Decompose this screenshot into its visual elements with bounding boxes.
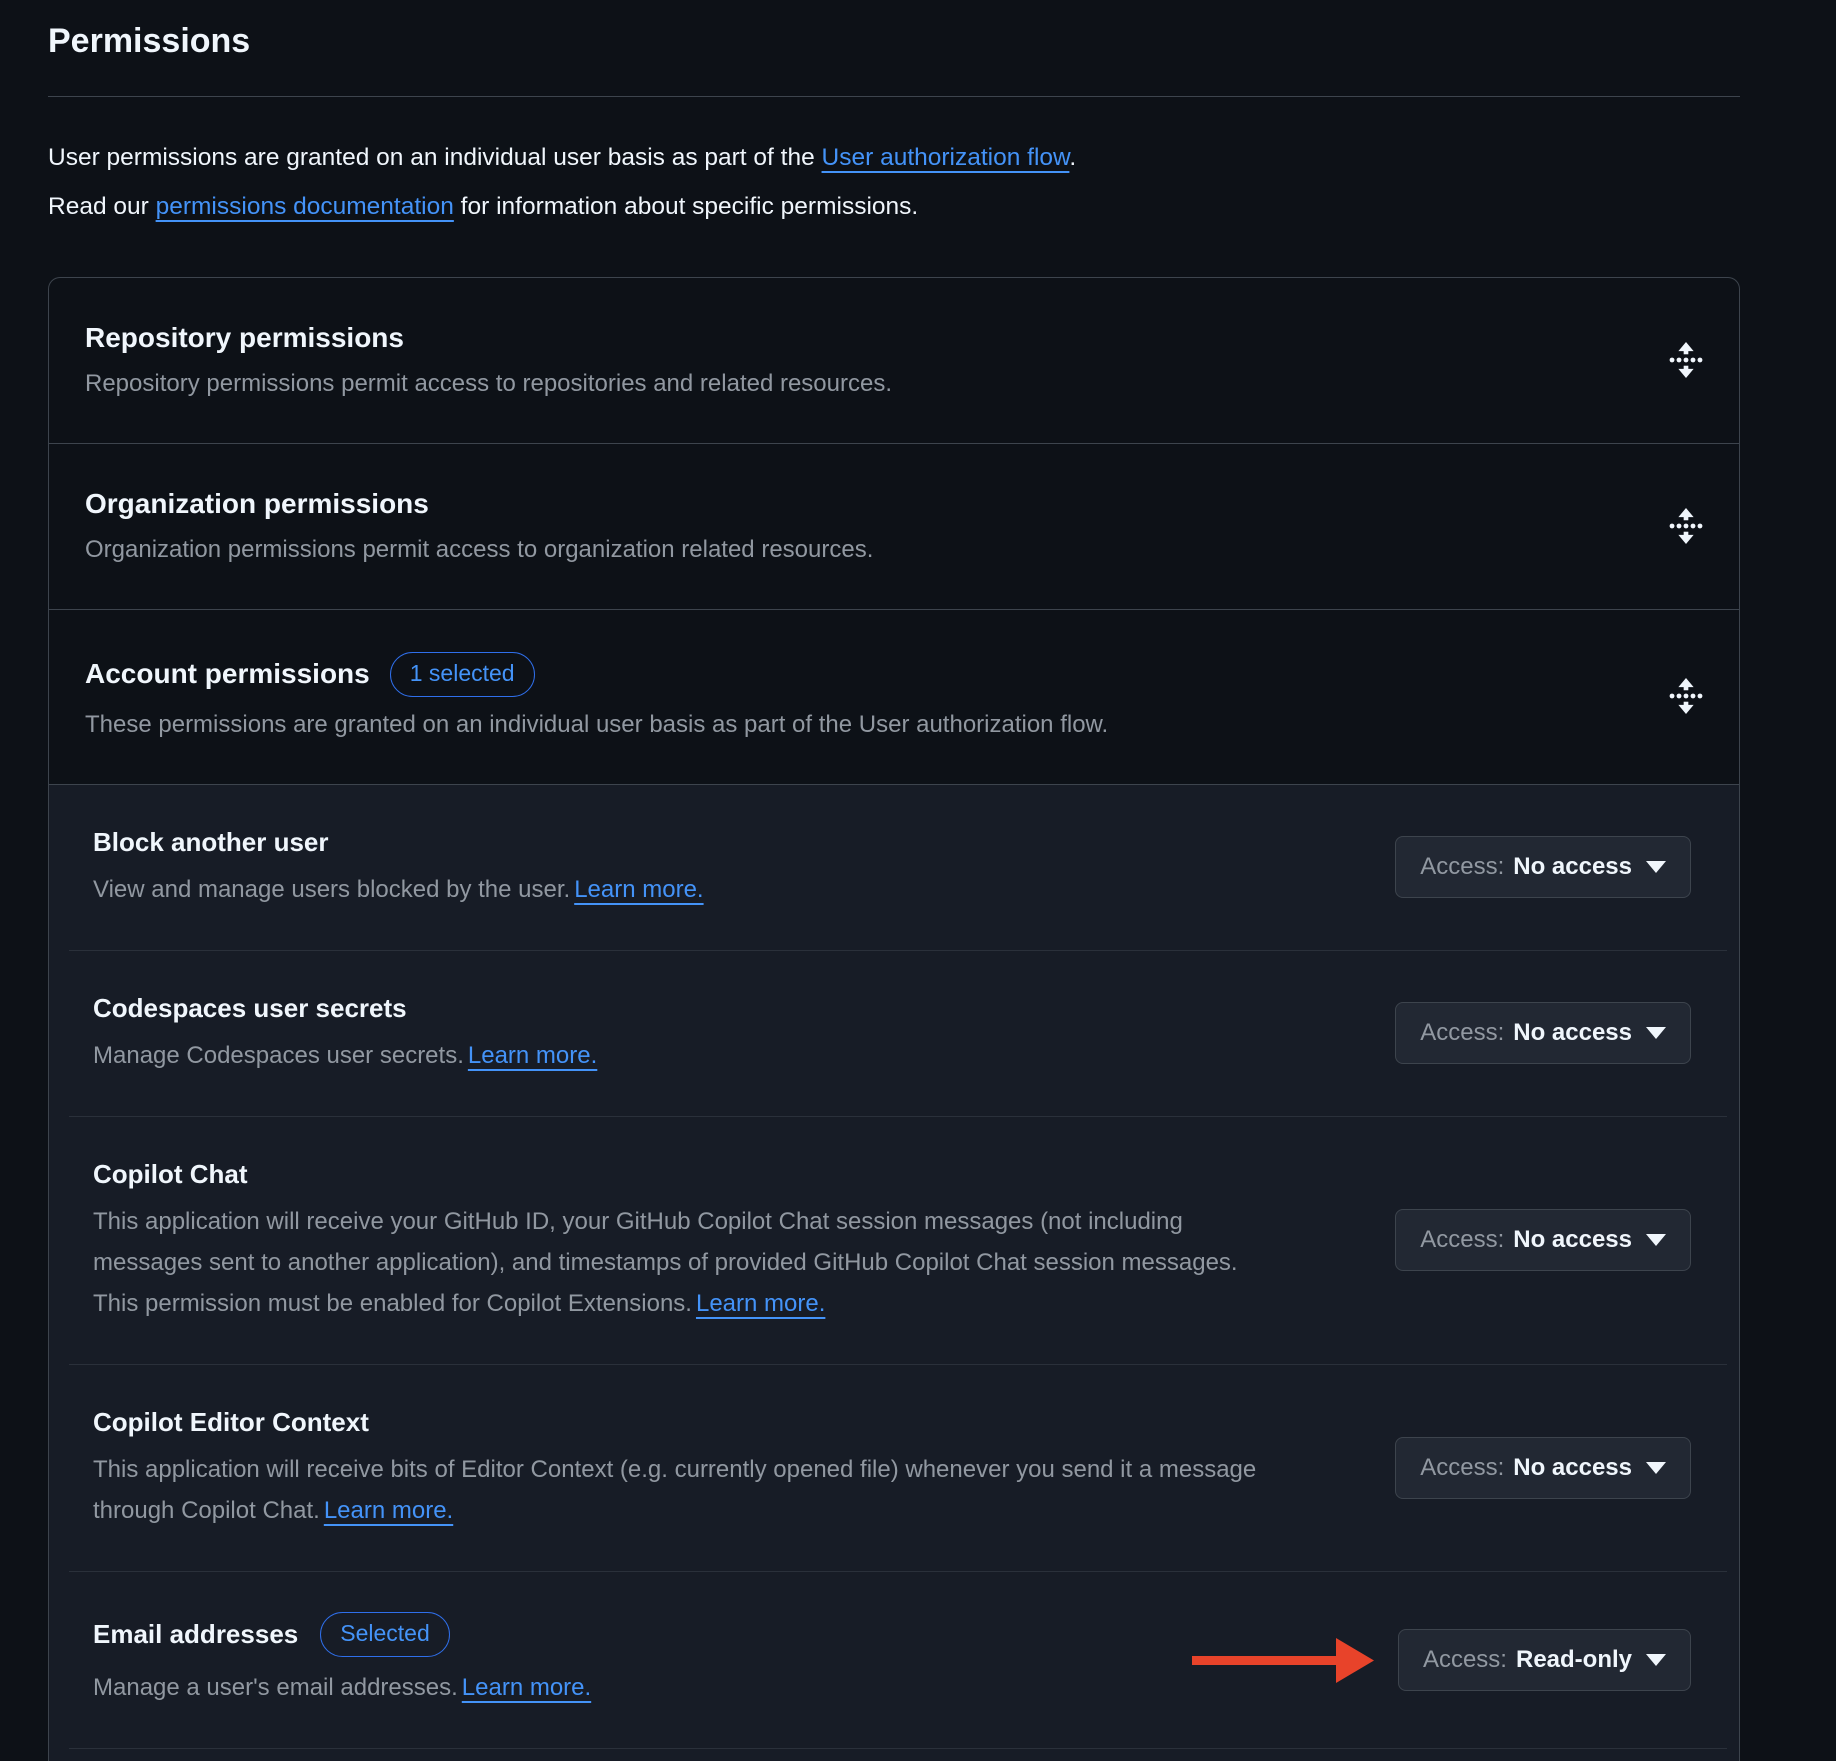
learn-more-link[interactable]: Learn more. [324,1497,453,1524]
permission-description: Manage a user's email addresses.Learn mo… [93,1667,591,1708]
permission-description-text: Manage Codespaces user secrets. [93,1042,464,1069]
permission-row-email-addresses: Email addresses Selected Manage a user's… [49,1572,1739,1748]
permission-title-line: Email addresses Selected [93,1612,591,1657]
section-title: Account permissions [85,656,370,692]
access-value: No access [1513,1226,1632,1254]
access-label: Access: [1420,1019,1504,1047]
selected-count-badge: 1 selected [390,652,535,697]
permissions-page: Permissions User permissions are granted… [48,0,1740,1761]
permission-description-text: This application will receive your GitHu… [93,1208,1238,1317]
section-title: Organization permissions [85,486,873,522]
permission-title: Block another user [93,825,704,859]
section-account-permissions: Account permissions 1 selected These per… [49,609,1739,784]
section-text: Account permissions 1 selected These per… [85,652,1108,740]
section-description: Organization permissions permit access t… [85,534,873,565]
section-description: Repository permissions permit access to … [85,368,892,399]
chevron-down-icon [1646,1027,1666,1039]
permission-row-block-another-user: Block another user View and manage users… [49,785,1739,950]
access-label: Access: [1423,1646,1507,1674]
red-arrow-annotation [1192,1636,1374,1684]
permission-text: Copilot Chat This application will recei… [93,1157,1283,1324]
section-description: These permissions are granted on an indi… [85,709,1108,740]
permission-text: Block another user View and manage users… [93,825,704,910]
permission-description-text: Manage a user's email addresses. [93,1674,458,1701]
page-title: Permissions [48,0,1740,97]
chevron-down-icon [1646,1462,1666,1474]
section-repository-permissions: Repository permissions Repository permis… [49,278,1739,443]
learn-more-link[interactable]: Learn more. [468,1042,597,1069]
row-divider [69,1748,1727,1749]
permission-text: Codespaces user secrets Manage Codespace… [93,991,597,1076]
permission-description: Manage Codespaces user secrets.Learn mor… [93,1035,597,1076]
selected-badge: Selected [320,1612,450,1657]
access-value: No access [1513,1019,1632,1047]
intro-line2-text: Read our [48,193,156,220]
permission-text: Copilot Editor Context This application … [93,1405,1283,1531]
permission-title: Codespaces user secrets [93,991,597,1025]
learn-more-link[interactable]: Learn more. [696,1290,825,1317]
permission-description-text: This application will receive bits of Ed… [93,1456,1256,1524]
permission-description-text: View and manage users blocked by the use… [93,876,570,903]
permission-description: View and manage users blocked by the use… [93,869,704,910]
access-value: No access [1513,1454,1632,1482]
chevron-down-icon [1646,1654,1666,1666]
intro-line1-text: User permissions are granted on an indiv… [48,144,822,171]
drag-handle-icon[interactable] [1669,508,1703,544]
section-title: Repository permissions [85,320,892,356]
permission-title: Email addresses [93,1617,298,1651]
permission-description: This application will receive bits of Ed… [93,1449,1283,1531]
user-authorization-flow-link[interactable]: User authorization flow [822,144,1070,171]
permissions-documentation-link[interactable]: permissions documentation [156,193,454,220]
section-organization-permissions: Organization permissions Organization pe… [49,443,1739,609]
section-text: Repository permissions Repository permis… [85,320,892,399]
access-dropdown-copilot-editor-context[interactable]: Access: No access [1395,1437,1691,1499]
chevron-down-icon [1646,861,1666,873]
access-value: No access [1513,853,1632,881]
learn-more-link[interactable]: Learn more. [574,876,703,903]
access-dropdown-codespaces-user-secrets[interactable]: Access: No access [1395,1002,1691,1064]
permission-title: Copilot Chat [93,1157,1283,1191]
intro-text: User permissions are granted on an indiv… [48,133,1740,231]
access-dropdown-email-addresses[interactable]: Access: Read-only [1398,1629,1691,1691]
access-dropdown-block-another-user[interactable]: Access: No access [1395,836,1691,898]
intro-line-2: Read our permissions documentation for i… [48,182,1740,231]
intro-line2-tail: for information about specific permissio… [454,193,918,220]
drag-handle-icon[interactable] [1669,342,1703,378]
access-dropdown-copilot-chat[interactable]: Access: No access [1395,1209,1691,1271]
permission-title: Copilot Editor Context [93,1405,1283,1439]
learn-more-link[interactable]: Learn more. [462,1674,591,1701]
access-label: Access: [1420,1454,1504,1482]
account-permission-rows: Block another user View and manage users… [49,784,1739,1761]
intro-line1-period: . [1069,144,1076,171]
chevron-down-icon [1646,1234,1666,1246]
access-label: Access: [1420,1226,1504,1254]
permission-text: Email addresses Selected Manage a user's… [93,1612,591,1708]
permission-description: This application will receive your GitHu… [93,1201,1283,1324]
access-label: Access: [1420,853,1504,881]
access-value: Read-only [1516,1646,1632,1674]
intro-line-1: User permissions are granted on an indiv… [48,133,1740,182]
permission-row-copilot-editor-context: Copilot Editor Context This application … [49,1365,1739,1571]
section-text: Organization permissions Organization pe… [85,486,873,565]
permissions-box: Repository permissions Repository permis… [48,277,1740,1761]
drag-handle-icon[interactable] [1669,678,1703,714]
permission-row-codespaces-user-secrets: Codespaces user secrets Manage Codespace… [49,951,1739,1116]
permission-row-copilot-chat: Copilot Chat This application will recei… [49,1117,1739,1364]
section-title-line: Account permissions 1 selected [85,652,1108,697]
